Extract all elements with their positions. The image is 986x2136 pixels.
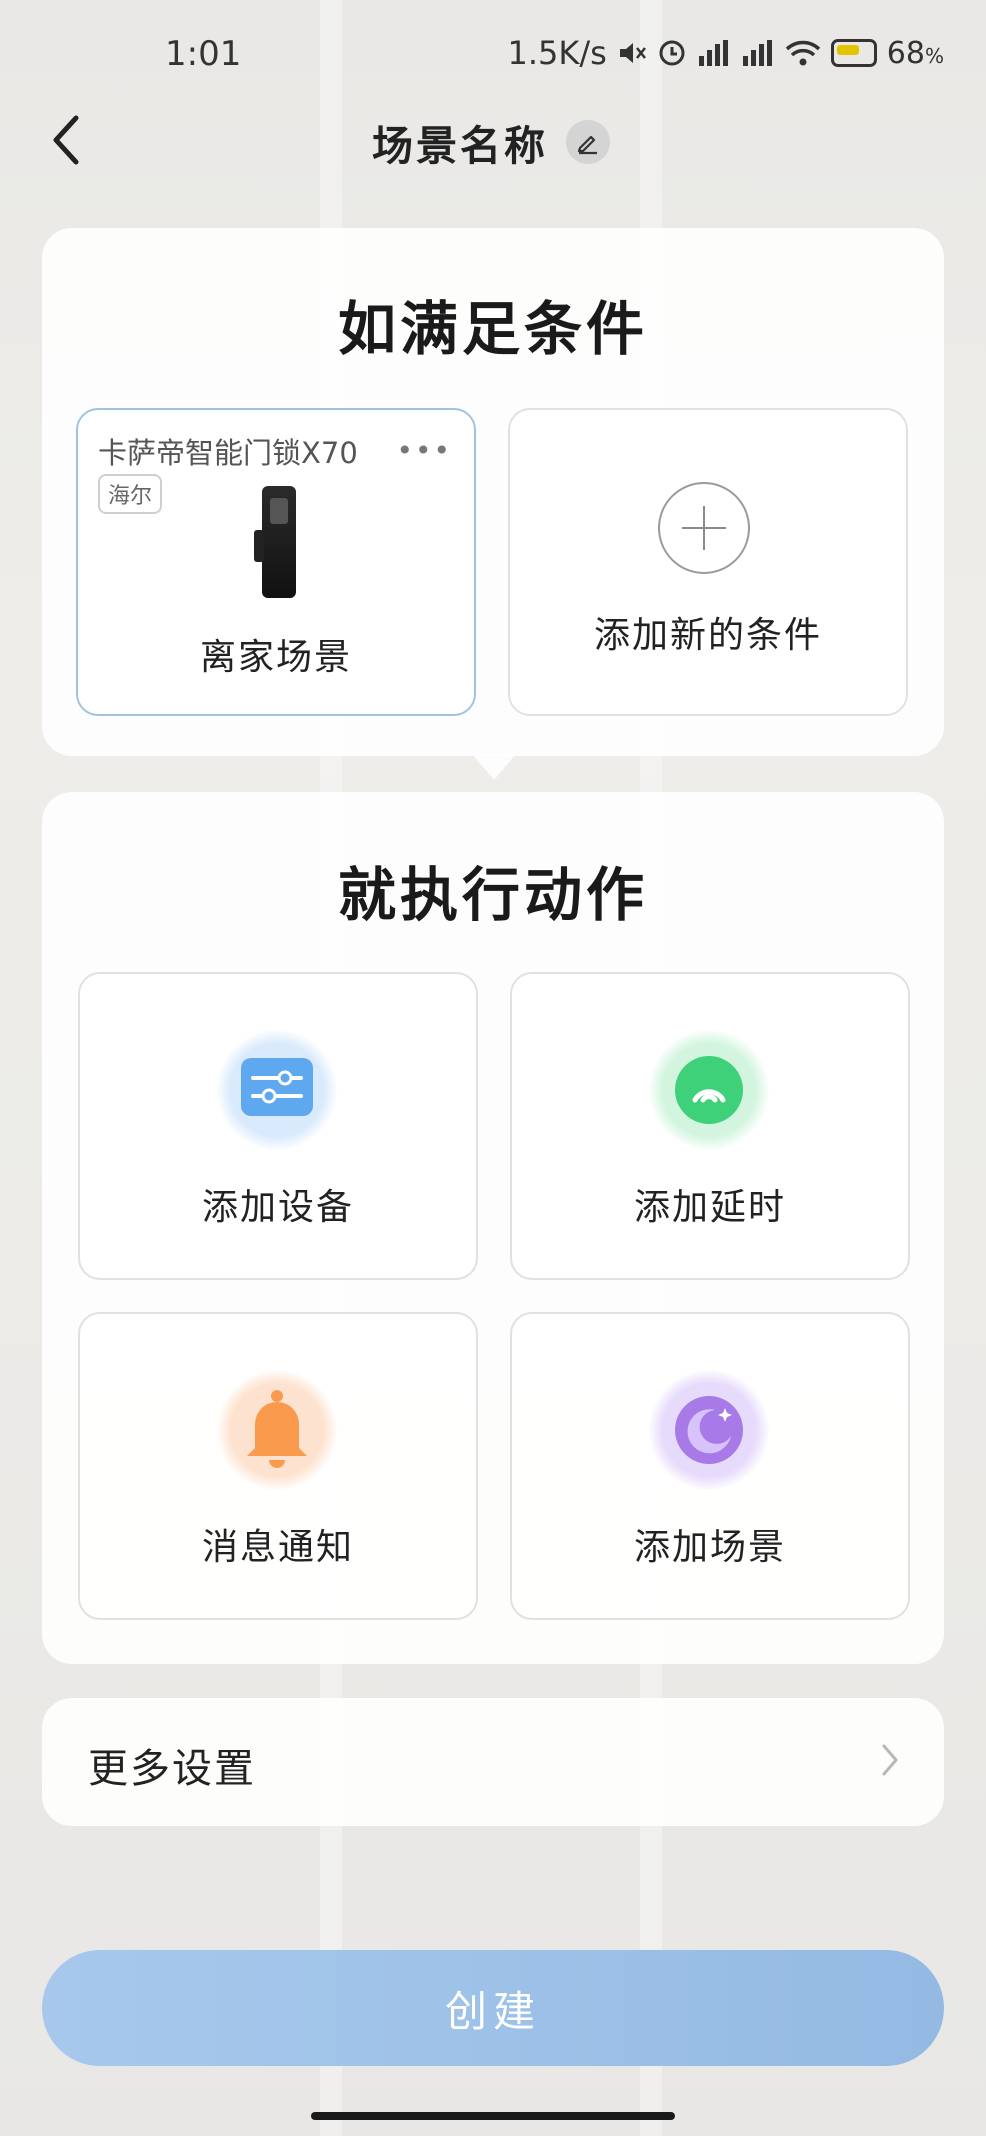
add-device-icon-bg (217, 1030, 337, 1150)
title-group: 场景名称 (372, 112, 610, 172)
network-speed: 1.5K/s (507, 34, 607, 72)
notification-icon-bg (217, 1370, 337, 1490)
battery-icon (830, 39, 877, 67)
notification-label: 消息通知 (201, 1527, 354, 1568)
home-indicator[interactable] (311, 2112, 675, 2120)
add-delay-label: 添加延时 (633, 1187, 786, 1228)
sliders-icon (241, 1058, 313, 1116)
condition-scene-label: 离家场景 (199, 637, 352, 678)
more-options-icon[interactable]: ••• (396, 434, 452, 467)
signal-icon (698, 40, 728, 66)
create-button-label: 创建 (444, 1986, 541, 2036)
battery-unit: % (924, 43, 944, 68)
add-condition-label: 添加新的条件 (593, 615, 822, 656)
add-scene-tile[interactable]: 添加场景 (510, 1312, 910, 1620)
more-settings-row[interactable]: 更多设置 (42, 1698, 944, 1826)
brand-tag: 海尔 (98, 474, 163, 514)
bell-icon (247, 1390, 307, 1468)
alarm-icon (659, 40, 685, 66)
add-scene-label: 添加场景 (633, 1527, 786, 1568)
door-lock-image (254, 486, 296, 598)
add-scene-icon-bg (649, 1370, 769, 1490)
condition-device-tile[interactable]: 卡萨帝智能门锁X70 ••• 海尔 离家场景 (76, 408, 476, 716)
status-right-group: 1.5K/s 68% (507, 34, 944, 72)
actions-card: 就执行动作 添加设备 添加延时 消息通知 添加场景 (42, 792, 944, 1664)
add-device-label: 添加设备 (201, 1187, 354, 1228)
edit-title-button[interactable] (566, 120, 610, 164)
chevron-right-icon (882, 1744, 898, 1776)
pencil-icon (577, 135, 597, 155)
timer-icon (675, 1056, 743, 1124)
signal-icon (742, 40, 772, 66)
back-button[interactable] (46, 110, 86, 170)
actions-heading: 就执行动作 (337, 861, 648, 929)
plus-icon (658, 482, 750, 574)
page-title: 场景名称 (372, 122, 548, 170)
battery-value: 68 (886, 35, 925, 71)
more-settings-label: 更多设置 (88, 1746, 256, 1792)
mute-icon (619, 43, 646, 63)
conditions-heading: 如满足条件 (337, 295, 648, 363)
notification-tile[interactable]: 消息通知 (78, 1312, 478, 1620)
add-condition-tile[interactable]: 添加新的条件 (508, 408, 908, 716)
status-bar: 1:01 1.5K/s 68% (0, 0, 986, 110)
add-device-tile[interactable]: 添加设备 (78, 972, 478, 1280)
conditions-card: 如满足条件 卡萨帝智能门锁X70 ••• 海尔 离家场景 添加新的条件 (42, 228, 944, 756)
battery-percent: 68% (887, 36, 944, 71)
create-button[interactable]: 创建 (42, 1950, 944, 2066)
device-name: 卡萨帝智能门锁X70 (98, 436, 358, 470)
moon-icon (675, 1396, 743, 1464)
connector-arrow (472, 754, 516, 780)
add-delay-icon-bg (649, 1030, 769, 1150)
add-delay-tile[interactable]: 添加延时 (510, 972, 910, 1280)
status-time: 1:01 (165, 34, 242, 74)
wifi-icon (785, 40, 821, 66)
